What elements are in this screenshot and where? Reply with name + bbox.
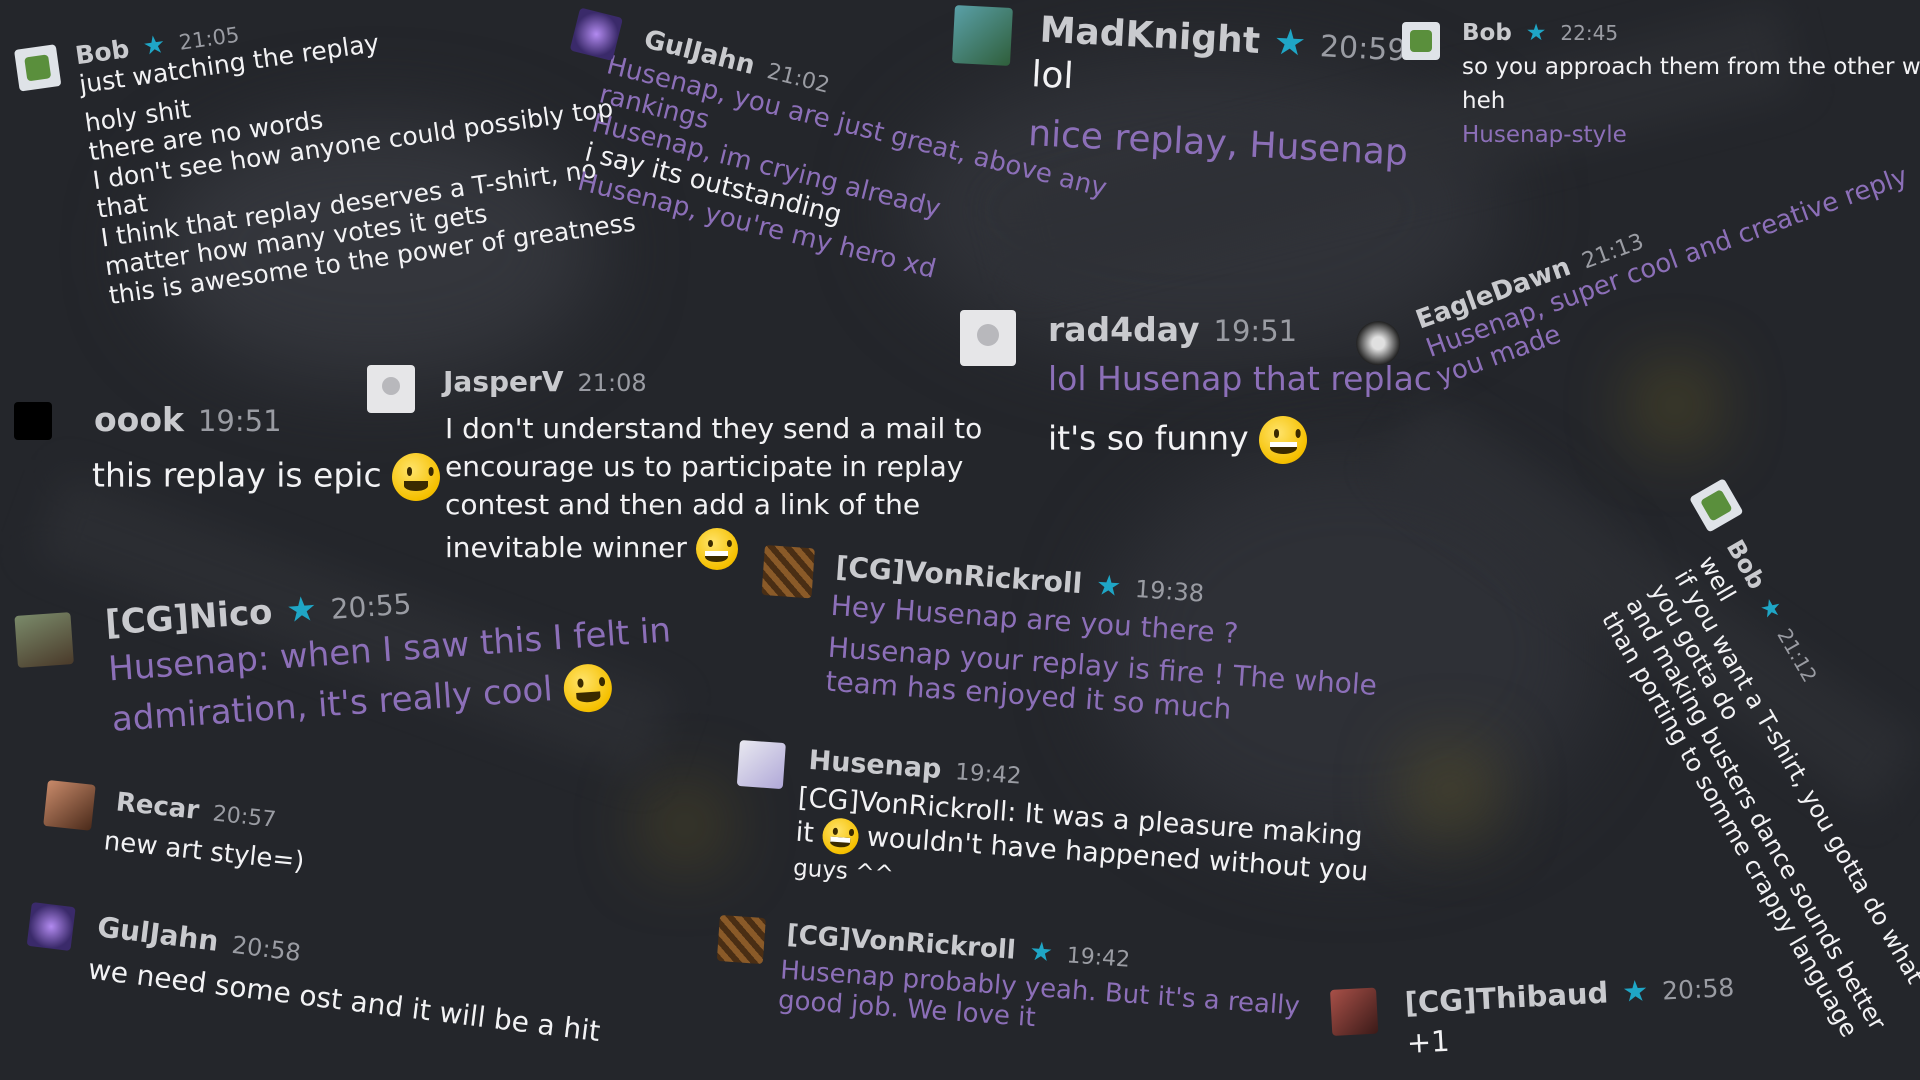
grinning-emoji-icon — [1259, 416, 1308, 464]
chat-message-recar: Recar 20:57 new art style=) — [41, 780, 310, 877]
username[interactable]: [CG]Thibaud — [1404, 975, 1609, 1020]
message-line: lol Husenap that replac — [1048, 359, 1432, 398]
grinning-emoji-icon — [695, 528, 738, 570]
star-icon: ★ — [1753, 592, 1789, 625]
avatar — [960, 310, 1016, 366]
username[interactable]: Husenap — [808, 745, 943, 785]
avatar — [716, 915, 766, 965]
message-line: heh — [1462, 88, 1506, 114]
avatar — [736, 740, 786, 790]
message-line: encourage us to participate in replay — [445, 450, 964, 483]
timestamp: 20:58 — [230, 930, 303, 968]
timestamp: 20:55 — [329, 587, 413, 626]
timestamp: 20:58 — [1661, 972, 1735, 1006]
bg-blur — [660, 800, 710, 850]
star-icon: ★ — [284, 588, 319, 631]
chat-message-guljahn-2: GulJahn 20:58 we need some ost and it wil… — [23, 902, 607, 1048]
username[interactable]: rad4day — [1048, 310, 1200, 349]
message-text: inevitable winner — [445, 531, 687, 564]
timestamp: 19:38 — [1134, 574, 1205, 608]
grinning-emoji-icon — [821, 817, 860, 856]
avatar — [1402, 22, 1440, 60]
timestamp: 20:59 — [1319, 29, 1408, 69]
chat-message-vonrickroll-2: [CG]VonRickroll ★ 19:42 Husenap probably y… — [713, 915, 1303, 1052]
timestamp: 22:45 — [1560, 21, 1619, 45]
message-text: this replay is epic — [92, 455, 382, 495]
bg-blur — [1650, 380, 1700, 430]
bg-blur — [1420, 760, 1480, 820]
avatar — [14, 612, 74, 668]
message-text: it's so funny — [1048, 418, 1249, 458]
timestamp: 19:42 — [1065, 943, 1131, 973]
message-line: it's so funny — [1048, 416, 1432, 464]
username[interactable]: [CG]Nico — [104, 592, 274, 644]
chat-message-bob-2: Bob ★ 22:45 so you approach them from the … — [1402, 20, 1920, 148]
chat-message-bob-3: Bob ★ 21:12 well if you want a T-shirt, yo… — [1596, 478, 1920, 1049]
message-line: so you approach them from the other way — [1462, 54, 1920, 80]
username[interactable]: GulJahn — [95, 910, 220, 958]
star-icon: ★ — [1028, 936, 1054, 969]
username[interactable]: Bob — [1462, 20, 1512, 46]
timestamp: 20:57 — [211, 801, 278, 833]
message-line: Husenap-style — [1462, 122, 1627, 148]
chat-message-jasperv: JasperV 21:08 I don't understand they sen… — [367, 365, 982, 570]
star-icon: ★ — [140, 29, 168, 61]
star-icon: ★ — [1094, 568, 1123, 603]
chat-message-rad4day: rad4day 19:51 lol Husenap that replac it'… — [960, 310, 1432, 464]
chat-message-madknight: MadKnight ★ 20:59 lol nice replay, Husenap — [947, 5, 1414, 174]
avatar — [43, 780, 96, 831]
username[interactable]: MadKnight — [1039, 10, 1261, 62]
timestamp: 21:08 — [577, 369, 647, 397]
avatar — [1330, 987, 1379, 1036]
star-icon: ★ — [1525, 20, 1547, 46]
username[interactable]: JasperV — [443, 365, 564, 398]
avatar — [761, 545, 815, 599]
chat-message-thibaud: [CG]Thibaud ★ 20:58 +1 — [1330, 969, 1737, 1064]
timestamp: 19:51 — [1213, 314, 1298, 348]
star-icon: ★ — [1621, 973, 1650, 1009]
avatar — [951, 5, 1013, 66]
star-icon: ★ — [1272, 21, 1308, 65]
message-line: contest and then add a link of the — [445, 488, 921, 521]
avatar — [367, 365, 415, 413]
message-line: I don't understand they send a mail to — [445, 412, 983, 445]
username[interactable]: Recar — [114, 787, 200, 826]
message-text: it — [794, 816, 815, 849]
avatar — [14, 44, 62, 92]
smiley-emoji-icon — [561, 662, 614, 714]
username[interactable]: oook — [94, 400, 184, 439]
timestamp: 19:42 — [954, 759, 1023, 790]
avatar — [1689, 478, 1744, 533]
avatar — [14, 402, 52, 440]
timestamp: 19:51 — [197, 404, 282, 438]
avatar — [26, 902, 76, 952]
